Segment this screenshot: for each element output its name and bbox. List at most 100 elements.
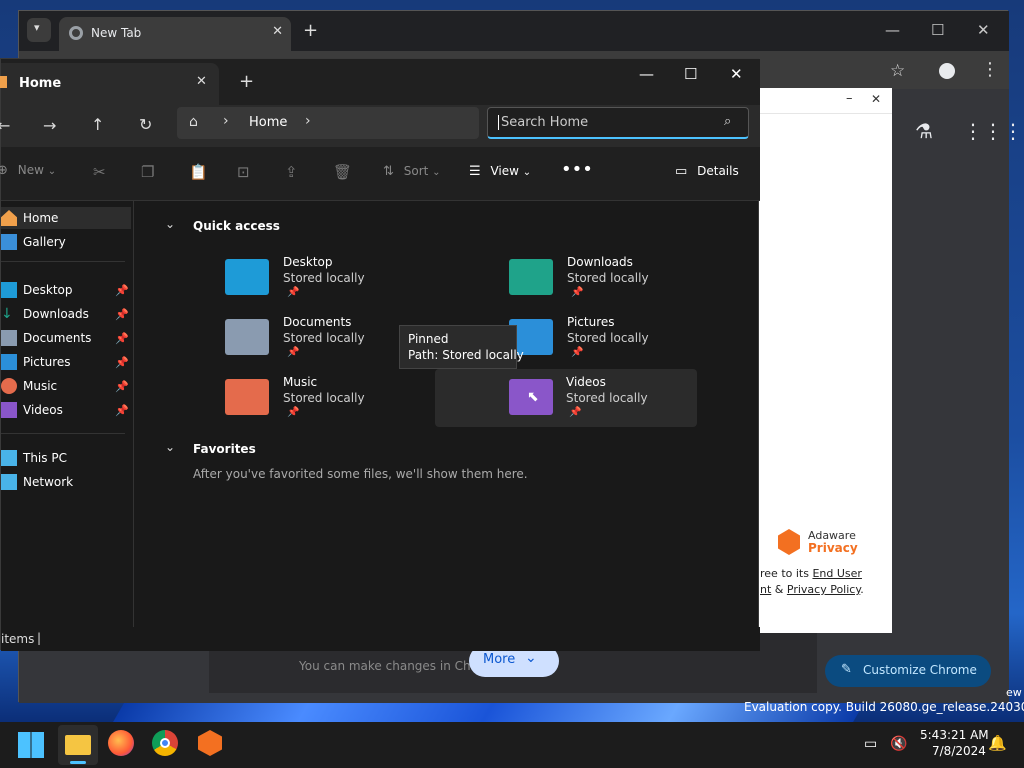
customize-chrome-button[interactable]: ✎ Customize Chrome [825,655,991,687]
cut-icon[interactable]: ✂ [93,163,106,181]
sidebar-item-videos[interactable]: Videos 📌 [1,399,131,421]
close-icon[interactable]: ✕ [730,65,743,83]
new-button-label: New [17,163,44,177]
pin-icon: 📌 [287,407,300,418]
desktop-folder-icon [225,259,269,295]
close-icon[interactable]: ✕ [272,24,283,39]
terms-text: ree to its [760,567,813,580]
sidebar-item-music[interactable]: Music 📌 [1,375,131,397]
address-bar[interactable]: ⌂ › Home › [177,107,479,139]
explorer-tab-home[interactable]: Home ✕ [0,63,219,105]
sidebar-item-home[interactable]: Home [1,207,131,229]
firefox-icon[interactable] [108,730,134,756]
kebab-menu-icon[interactable]: ⋮ [981,59,999,80]
back-arrow-icon[interactable]: ← [0,116,10,135]
sort-button[interactable]: ⇅ Sort ⌄ [383,164,441,179]
new-tab-plus-icon[interactable]: + [303,20,318,41]
chrome-tab-new-tab[interactable]: New Tab ✕ [59,17,291,51]
search-input[interactable]: Search Home [498,115,588,130]
delete-icon[interactable]: 🗑 [333,163,352,181]
pin-icon[interactable]: 📌 [115,380,129,393]
forward-arrow-icon[interactable]: → [43,116,56,135]
sidebar-item-desktop[interactable]: Desktop 📌 [1,279,131,301]
item-name: Documents [283,315,352,329]
file-explorer-taskbar-icon[interactable] [58,725,98,765]
clock-date[interactable]: 7/8/2024 [932,744,986,758]
view-button[interactable]: ☰ View ⌄ [469,164,531,179]
quick-access-item-downloads[interactable]: Downloads Stored locally 📌 [509,253,771,309]
pin-icon: 📌 [569,407,582,418]
quick-access-item-videos[interactable]: Videos Stored locally 📌 ⬉ [435,369,697,427]
favorites-header[interactable]: ⌄ Favorites [165,440,256,456]
agreement-link[interactable]: nt [760,583,771,596]
details-button[interactable]: ▭ Details [675,164,739,179]
sidebar-item-downloads[interactable]: ↓ Downloads 📌 [1,303,131,325]
chevron-right-icon[interactable]: › [305,113,311,129]
volume-muted-icon[interactable]: 🔇 [890,736,907,752]
item-name: Music [283,375,318,389]
quick-access-item-desktop[interactable]: Desktop Stored locally 📌 [225,253,487,309]
folder-icon [65,735,91,755]
pin-icon[interactable]: 📌 [115,332,129,345]
taskbar: ▭ 🔇 5:43:21 AM 7/8/2024 🔔 [0,722,1024,768]
item-name: Desktop [283,255,333,269]
sidebar-item-label: Documents [23,331,92,345]
up-arrow-icon[interactable]: ↑ [91,115,104,134]
sidebar-divider [1,261,125,262]
share-icon[interactable]: ⇪ [285,163,298,181]
new-button[interactable]: ⊕ New ⌄ [0,163,61,183]
network-tray-icon[interactable]: ▭ [864,736,877,752]
item-name: Videos [566,375,606,389]
privacy-policy-link[interactable]: Privacy Policy [787,583,860,596]
refresh-icon[interactable]: ↻ [139,115,152,134]
bookmark-star-icon[interactable]: ☆ [890,61,905,81]
sidebar-item-gallery[interactable]: Gallery [1,231,131,253]
close-icon[interactable]: ✕ [977,21,990,39]
profile-icon[interactable] [939,63,955,79]
rename-icon[interactable]: ⊡ [237,163,250,181]
search-box[interactable]: Search Home ⌕ [487,107,749,139]
item-status: Stored locally [566,391,648,405]
minimize-icon[interactable]: — [885,21,900,39]
copy-icon[interactable]: ❐ [141,163,154,181]
maximize-icon[interactable]: ☐ [684,65,697,83]
new-tab-plus-icon[interactable]: + [239,71,254,92]
adaware-taskbar-icon[interactable] [198,730,222,756]
labs-flask-icon[interactable]: ⚗ [915,119,933,143]
file-explorer-window: Home ✕ + — ☐ ✕ ← → ↑ ↻ ⌂ › Home › Search… [0,58,760,651]
apps-grid-icon[interactable]: ⋮⋮⋮ [963,119,1023,143]
paste-icon[interactable]: 📋 [189,163,208,181]
quick-access-header[interactable]: ⌄ Quick access [165,217,280,233]
close-icon[interactable]: ✕ [196,74,207,89]
pc-icon [1,450,17,466]
quick-access-item-pictures[interactable]: Pictures Stored locally 📌 [509,313,771,369]
pin-icon[interactable]: 📌 [115,284,129,297]
sidebar-item-pictures[interactable]: Pictures 📌 [1,351,131,373]
sidebar-item-network[interactable]: Network [1,471,131,493]
minimize-icon[interactable]: – [846,91,853,106]
sidebar-item-documents[interactable]: Documents 📌 [1,327,131,349]
item-name: Pictures [567,315,615,329]
maximize-icon[interactable]: ☐ [931,21,944,39]
chrome-taskbar-icon[interactable] [152,730,178,756]
search-icon[interactable]: ⌕ [724,114,731,129]
clock-time[interactable]: 5:43:21 AM [920,728,989,742]
pin-icon[interactable]: 📌 [115,356,129,369]
tab-search-button[interactable]: ▾ [27,18,51,42]
pin-icon[interactable]: 📌 [115,308,129,321]
sidebar-item-this-pc[interactable]: This PC [1,447,131,469]
pin-icon[interactable]: 📌 [115,404,129,417]
end-user-link[interactable]: End User [812,567,861,580]
close-icon[interactable]: ✕ [871,92,881,106]
item-status: Stored locally [283,271,365,285]
desktop-icon [1,282,17,298]
gallery-icon [1,234,17,250]
home-icon [1,210,17,226]
start-windows-icon[interactable] [18,732,44,758]
music-icon [1,378,17,394]
notification-bell-icon[interactable]: 🔔 [988,734,1007,752]
adaware-brand-line2: Privacy [808,541,858,555]
breadcrumb[interactable]: Home [249,115,287,130]
minimize-icon[interactable]: — [639,65,654,83]
more-options-icon[interactable]: ••• [561,159,593,180]
